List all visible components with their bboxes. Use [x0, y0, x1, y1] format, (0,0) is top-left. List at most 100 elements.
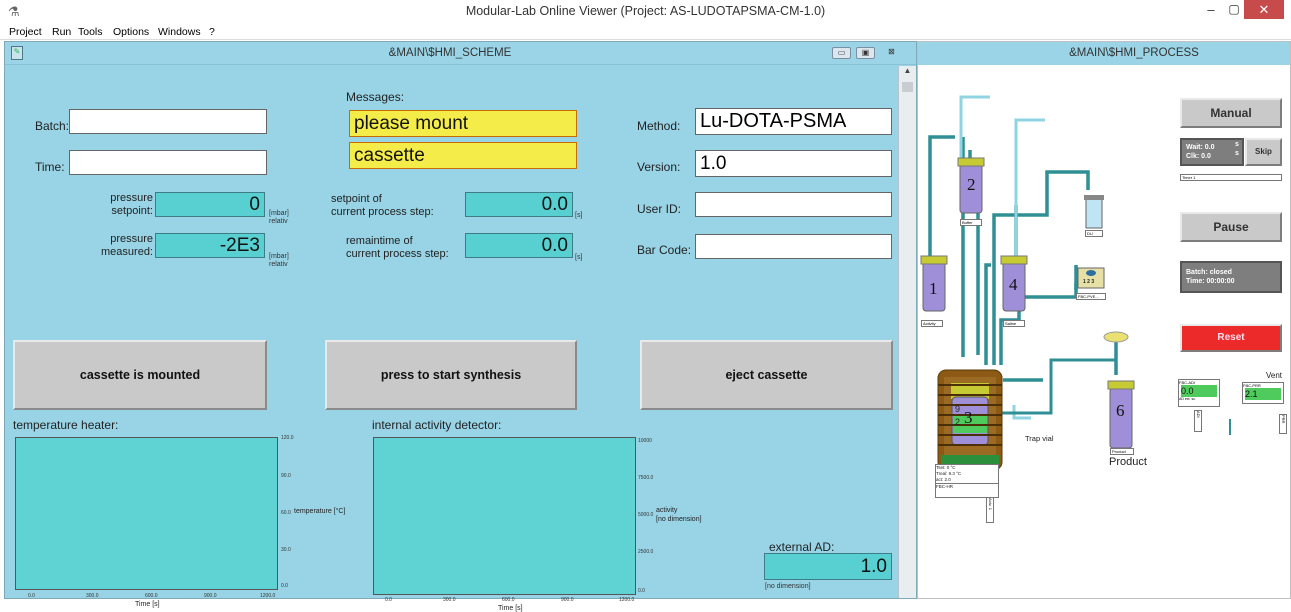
- skip-button[interactable]: Skip: [1245, 138, 1282, 166]
- menu-run[interactable]: Run: [52, 26, 71, 38]
- adi-vertical-tag: ADI: [1194, 410, 1202, 432]
- version-label: Version:: [637, 160, 681, 174]
- time-status: Time: 00:00:00: [1186, 278, 1235, 285]
- version-field[interactable]: 1.0: [695, 150, 892, 177]
- clk-unit: s: [1235, 150, 1239, 157]
- column-tag: DU: [1085, 230, 1103, 237]
- vial-2-tag: Buffer: [960, 219, 982, 226]
- external-ad-value: 1.0: [764, 553, 892, 580]
- hmi-process-titlebar: &MAIN\$HMI_PROCESS: [918, 42, 1290, 65]
- prr-value: 2.1: [1245, 388, 1281, 400]
- menu-windows[interactable]: Windows: [158, 26, 201, 38]
- pressure-setpoint-unit-rel: relativ: [269, 218, 288, 225]
- setpoint-step-unit: [s]: [575, 212, 583, 219]
- start-synthesis-button[interactable]: press to start synthesis: [325, 340, 577, 410]
- barcode-field[interactable]: [695, 234, 892, 259]
- vertical-scrollbar[interactable]: ▲: [898, 66, 916, 598]
- time-field[interactable]: [69, 150, 267, 175]
- vial-3-number: 3: [964, 408, 973, 427]
- close-button[interactable]: ✕: [1244, 0, 1284, 19]
- activity-ytick: 5000.0: [638, 512, 654, 518]
- menu-options[interactable]: Options: [113, 26, 149, 38]
- heater-xtick: 600.0: [145, 593, 158, 599]
- reactor-readout: Tset: 0 °C Treal: 9.3 °C act: 2.0 FBC-HR: [935, 464, 999, 498]
- reset-button[interactable]: Reset: [1180, 324, 1282, 352]
- heater-ytick: 120.0: [281, 435, 294, 441]
- wait-label: Wait: 0.0: [1186, 144, 1215, 151]
- adi-value: 0.0: [1181, 385, 1217, 397]
- activity-x-axis-label: Time [s]: [498, 605, 523, 612]
- heater-ytick: 0.0: [281, 583, 288, 589]
- remaintime-unit: [s]: [575, 254, 583, 261]
- setpoint-step-label-2: current process step:: [331, 206, 434, 218]
- vial-6-tag: Product: [1110, 448, 1134, 455]
- pressure-measured-value: -2E3: [155, 233, 265, 258]
- manual-button[interactable]: Manual: [1180, 98, 1282, 128]
- hmi-scheme-window: ✎ &MAIN\$HMI_SCHEME ▭ ▣ ⊠ ▲ Batch: Time:…: [4, 41, 917, 612]
- pressure-setpoint-unit: [mbar]: [269, 210, 289, 217]
- heater-xtick: 0.0: [28, 593, 35, 599]
- wait-unit: s: [1235, 141, 1239, 148]
- hmi-scheme-title: &MAIN\$HMI_SCHEME: [388, 47, 512, 59]
- child-restore-button[interactable]: ▣: [856, 47, 875, 59]
- minimize-button[interactable]: ‒: [1203, 2, 1219, 18]
- remaintime-label-2: current process step:: [346, 248, 449, 260]
- heater-ytick: 60.0: [281, 510, 291, 516]
- trap-vial-label: Trap vial: [1025, 434, 1054, 443]
- user-id-label: User ID:: [637, 202, 682, 216]
- eject-cassette-button[interactable]: eject cassette: [640, 340, 893, 410]
- scroll-thumb[interactable]: [902, 82, 913, 92]
- method-field[interactable]: Lu-DOTA-PSMA: [695, 108, 892, 135]
- batch-field[interactable]: [69, 109, 267, 134]
- vial-4-tag: Saline: [1003, 320, 1025, 327]
- pump-tag: FBC-PVE...: [1076, 293, 1106, 300]
- menu-tools[interactable]: Tools: [78, 26, 103, 38]
- maximize-button[interactable]: ▢: [1226, 2, 1242, 18]
- child-close-button[interactable]: ⊠: [882, 47, 901, 59]
- activity-ytick: 10000: [638, 438, 652, 444]
- scroll-up-arrow-icon[interactable]: ▲: [899, 66, 916, 80]
- prr-vertical-tag: PRR: [1279, 414, 1287, 434]
- menu-project[interactable]: Project: [9, 26, 42, 38]
- child-minimize-button[interactable]: ▭: [832, 47, 851, 59]
- pressure-setpoint-label-2: setpoint:: [111, 205, 153, 217]
- timer-tag: Timer 1: [1180, 174, 1282, 181]
- activity-y-axis-label: activity: [656, 507, 678, 514]
- remaintime-label: remaintime of: [346, 235, 413, 247]
- remaintime-value: 0.0: [465, 233, 573, 258]
- vial-4-number: 4: [1009, 275, 1018, 294]
- messages-label: Messages:: [346, 90, 405, 104]
- menu-help[interactable]: ?: [209, 26, 215, 38]
- activity-xtick: 300.0: [443, 597, 456, 603]
- batch-status-box: Batch: closed Time: 00:00:00: [1180, 261, 1282, 293]
- vial-2-number: 2: [967, 175, 976, 194]
- external-ad-label: external AD:: [769, 540, 835, 554]
- message-line-2: cassette: [349, 142, 577, 169]
- heater-ytick: 30.0: [281, 547, 291, 553]
- activity-ytick: 2500.0: [638, 549, 654, 555]
- barcode-label: Bar Code:: [637, 243, 692, 257]
- user-id-field[interactable]: [695, 192, 892, 217]
- external-ad-unit: [no dimension]: [765, 583, 811, 590]
- activity-y-axis-label-2: [no dimension]: [656, 516, 702, 523]
- heater-ytick: 90.0: [281, 473, 291, 479]
- pump-text: 1 2 3: [1083, 279, 1095, 285]
- setpoint-step-value: 0.0: [465, 192, 573, 217]
- hmi-scheme-titlebar: ✎ &MAIN\$HMI_SCHEME ▭ ▣ ⊠: [5, 42, 916, 65]
- heater-chart-title: temperature heater:: [13, 418, 119, 432]
- batch-status: Batch: closed: [1186, 269, 1232, 276]
- cassette-mounted-button[interactable]: cassette is mounted: [13, 340, 267, 410]
- activity-ytick: 0.0: [638, 588, 645, 594]
- heater-y-axis-label: temperature [°C]: [294, 508, 346, 515]
- pause-button[interactable]: Pause: [1180, 212, 1282, 242]
- heater-xtick: 1200.0: [260, 593, 276, 599]
- pressure-measured-unit: [mbar]: [269, 253, 289, 260]
- pressure-measured-unit-rel: relativ: [269, 261, 288, 268]
- prr-box: FBC-PRR 2.1: [1242, 382, 1284, 404]
- pressure-setpoint-value: 0: [155, 192, 265, 217]
- activity-xtick: 0.0: [385, 597, 392, 603]
- batch-label: Batch:: [35, 119, 70, 133]
- pressure-measured-label: pressure: [110, 233, 153, 245]
- activity-xtick: 600.0: [502, 597, 515, 603]
- clk-label: Clk: 0.0: [1186, 153, 1211, 160]
